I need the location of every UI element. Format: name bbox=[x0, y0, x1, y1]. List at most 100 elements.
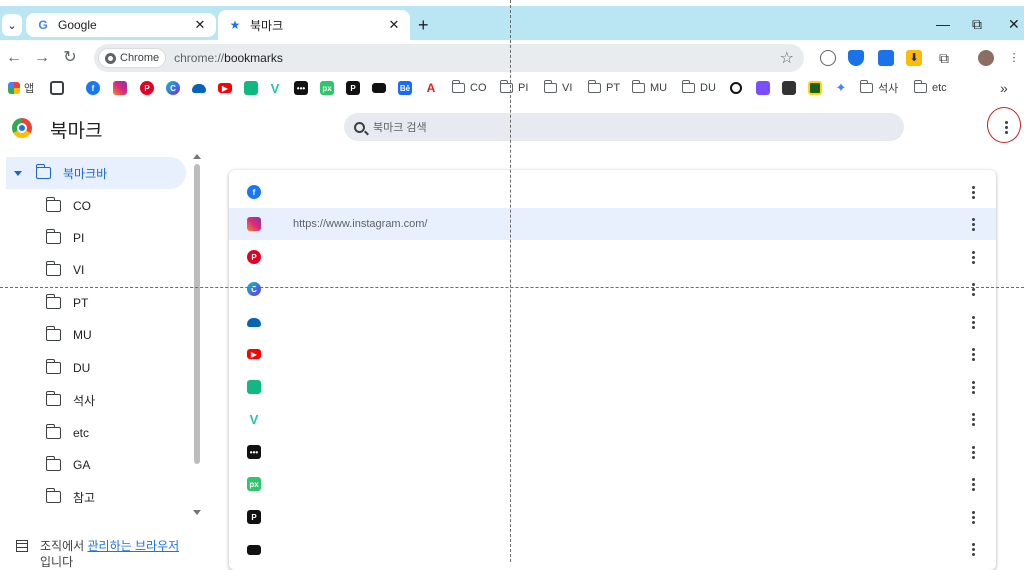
item-more-vert-icon[interactable] bbox=[971, 316, 975, 329]
tab-label: 북마크 bbox=[250, 18, 284, 33]
item-more-vert-icon[interactable] bbox=[971, 283, 975, 296]
tree-item-du[interactable]: DU bbox=[6, 352, 186, 384]
item-more-vert-icon[interactable] bbox=[971, 511, 975, 524]
close-icon[interactable]: ✕ bbox=[386, 17, 402, 33]
item-more-vert-icon[interactable] bbox=[971, 478, 975, 491]
bookmark-instagram[interactable] bbox=[113, 80, 127, 96]
bookmark-star-icon[interactable]: ☆ bbox=[780, 48, 794, 68]
extension-download-icon[interactable]: ⬇ bbox=[906, 50, 922, 66]
bookmark-folder-mu[interactable]: MU bbox=[631, 80, 667, 96]
scroll-up-arrow-icon[interactable] bbox=[193, 154, 201, 159]
apps-shortcut[interactable]: 앱 bbox=[8, 80, 34, 96]
bookmark-folder-pt[interactable]: PT bbox=[587, 80, 620, 96]
bookmark-vectorizer[interactable]: V bbox=[268, 80, 282, 96]
list-item[interactable] bbox=[229, 306, 996, 338]
list-item[interactable]: px bbox=[229, 468, 996, 500]
list-item[interactable]: P bbox=[229, 241, 996, 273]
item-more-vert-icon[interactable] bbox=[971, 381, 975, 394]
chrome-menu-icon[interactable]: ⋮ bbox=[1006, 50, 1022, 66]
address-bar[interactable]: Chrome chrome://bookmarks ☆ bbox=[94, 44, 804, 72]
list-item[interactable]: ••• bbox=[229, 436, 996, 468]
item-more-vert-icon[interactable] bbox=[971, 446, 975, 459]
expand-caret-icon[interactable] bbox=[14, 170, 22, 176]
item-more-vert-icon[interactable] bbox=[971, 348, 975, 361]
tab-google[interactable]: G Google ✕ bbox=[26, 13, 216, 37]
list-item[interactable]: P bbox=[229, 501, 996, 533]
list-item[interactable]: ▶ bbox=[229, 338, 996, 370]
youtube-icon: ▶ bbox=[247, 349, 261, 359]
bookmark-dots-app[interactable]: ••• bbox=[294, 80, 308, 96]
tab-bookmarks[interactable]: ★ 북마크 ✕ bbox=[218, 10, 410, 40]
extensions-puzzle-icon[interactable]: ⧉ bbox=[936, 50, 952, 66]
extension-globe-icon[interactable] bbox=[820, 50, 836, 66]
tree-item-ga[interactable]: GA bbox=[6, 449, 186, 481]
forward-icon[interactable]: → bbox=[32, 48, 52, 68]
bookmark-folder-vi[interactable]: VI bbox=[543, 80, 572, 96]
restore-icon[interactable]: ⧉ bbox=[972, 16, 982, 33]
tree-item-pt[interactable]: PT bbox=[6, 287, 186, 319]
item-more-vert-icon[interactable] bbox=[971, 251, 975, 264]
bookmark-folder-du[interactable]: DU bbox=[681, 80, 716, 96]
bookmark-pinterest[interactable]: P bbox=[140, 80, 154, 96]
bookmark-canva[interactable]: C bbox=[166, 80, 180, 96]
bookmark-facebook[interactable]: f bbox=[86, 80, 100, 96]
reload-icon[interactable]: ↻ bbox=[60, 48, 80, 68]
tab-search-chevron-icon[interactable]: ⌄ bbox=[2, 14, 22, 36]
bookmark-onedrive[interactable] bbox=[192, 80, 206, 96]
list-item[interactable]: V bbox=[229, 403, 996, 435]
tree-item-etc[interactable]: etc bbox=[6, 417, 186, 449]
list-item[interactable] bbox=[229, 371, 996, 403]
tree-item-label: DU bbox=[73, 361, 91, 375]
facebook-icon: f bbox=[247, 185, 261, 199]
minimize-icon[interactable]: — bbox=[936, 16, 950, 32]
bookmark-grid-app[interactable] bbox=[50, 80, 64, 96]
search-input[interactable]: 북마크 검색 bbox=[344, 113, 904, 141]
search-placeholder: 북마크 검색 bbox=[373, 122, 427, 134]
tree-item-reference[interactable]: 참고 bbox=[6, 481, 186, 513]
extension-shield-icon[interactable] bbox=[848, 50, 864, 66]
bookmark-p-app[interactable]: P bbox=[346, 80, 360, 96]
bookmark-yellow-app[interactable] bbox=[808, 80, 822, 96]
bookmark-pixabay[interactable]: px bbox=[320, 80, 334, 96]
bookmark-youtube[interactable]: ▶ bbox=[218, 80, 232, 96]
site-info-chip[interactable]: Chrome bbox=[98, 48, 167, 68]
bookmark-folder-etc[interactable]: etc bbox=[913, 80, 947, 96]
managed-browser-link[interactable]: 관리하는 브라우저 bbox=[88, 539, 180, 553]
tree-item-bookmarks-bar[interactable]: 북마크바 bbox=[6, 157, 186, 189]
bookmarks-overflow-icon[interactable]: » bbox=[1000, 80, 1008, 96]
list-item[interactable]: C bbox=[229, 273, 996, 305]
item-more-vert-icon[interactable] bbox=[971, 543, 975, 556]
bookmark-purple-app[interactable] bbox=[756, 80, 770, 96]
tree-item-label: GA bbox=[73, 458, 91, 472]
bookmark-folder-masters[interactable]: 석사 bbox=[859, 80, 898, 96]
tree-item-pi[interactable]: PI bbox=[6, 222, 186, 254]
extension-window-icon[interactable] bbox=[878, 50, 894, 66]
bookmark-folder-co[interactable]: CO bbox=[451, 80, 487, 96]
bookmark-acrobat[interactable]: A bbox=[424, 80, 438, 96]
bookmark-folder-pi[interactable]: PI bbox=[499, 80, 528, 96]
tree-item-mu[interactable]: MU bbox=[6, 319, 186, 351]
item-more-vert-icon[interactable] bbox=[971, 186, 975, 199]
bookmark-threads[interactable] bbox=[730, 80, 742, 96]
close-icon[interactable]: ✕ bbox=[192, 17, 208, 33]
unsplash-icon bbox=[372, 83, 386, 93]
scroll-down-arrow-icon[interactable] bbox=[193, 510, 201, 515]
tree-item-vi[interactable]: VI bbox=[6, 254, 186, 286]
bookmark-behance[interactable]: Bē bbox=[398, 80, 412, 96]
bookmark-unsplash[interactable] bbox=[372, 80, 386, 96]
list-item[interactable]: https://www.instagram.com/ bbox=[229, 208, 996, 240]
item-more-vert-icon[interactable] bbox=[971, 413, 975, 426]
list-item[interactable]: f bbox=[229, 176, 996, 208]
tree-item-masters[interactable]: 석사 bbox=[6, 384, 186, 416]
window-close-icon[interactable]: ✕ bbox=[1008, 16, 1020, 33]
bookmark-qr-app[interactable] bbox=[782, 80, 796, 96]
list-item[interactable] bbox=[229, 533, 996, 565]
tree-item-co[interactable]: CO bbox=[6, 190, 186, 222]
item-more-vert-icon[interactable] bbox=[971, 218, 975, 231]
back-icon[interactable]: ← bbox=[4, 48, 24, 68]
bookmark-sheets[interactable] bbox=[244, 80, 258, 96]
new-tab-icon[interactable]: + bbox=[418, 16, 429, 34]
sidebar-scroll-thumb[interactable] bbox=[194, 164, 200, 464]
profile-avatar[interactable] bbox=[978, 50, 994, 66]
bookmark-gemini[interactable]: ✦ bbox=[834, 80, 848, 96]
